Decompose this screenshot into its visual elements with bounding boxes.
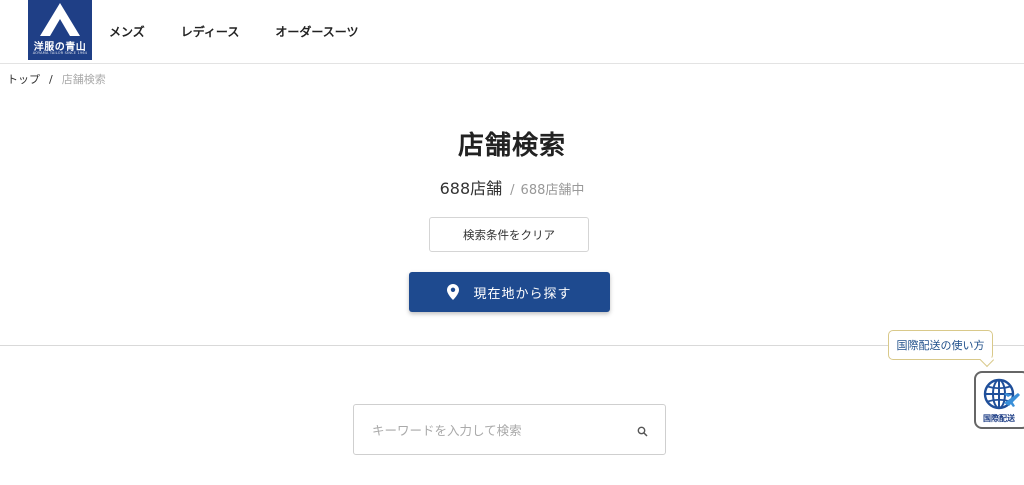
section-divider [0,345,1024,346]
store-count-total: 688店舗中 [520,183,585,198]
keyword-search-input[interactable] [370,405,624,456]
nav-item-ladies[interactable]: レディース [181,23,240,40]
logo-subtext: AOYAMA TAILOR SINCE 1964 [32,51,88,55]
current-location-button[interactable]: 現在地から探す [409,272,610,312]
nav-item-order-suits[interactable]: オーダースーツ [275,23,358,40]
breadcrumb: トップ / 店舗検索 [7,71,106,87]
brand-logo[interactable]: 洋服の青山 AOYAMA TAILOR SINCE 1964 [28,0,92,60]
international-shipping-widget[interactable]: 国際配送 [974,371,1024,429]
current-location-label: 現在地から探す [473,286,572,302]
breadcrumb-current: 店舗検索 [61,73,106,86]
international-shipping-tooltip[interactable]: 国際配送の使い方 [888,330,993,360]
search-icon[interactable] [637,422,648,441]
store-count-separator: / [510,183,515,198]
store-count: 688店舗 / 688店舗中 [0,175,1024,199]
clear-filters-button[interactable]: 検索条件をクリア [429,217,589,252]
main-nav: メンズ レディース オーダースーツ [109,23,395,40]
page-title: 店舗検索 [457,131,566,161]
logo-mountain-icon [40,3,80,36]
keyword-search-box [353,404,666,456]
globe-airplane-icon [983,378,1020,410]
international-shipping-label: 国際配送 [983,414,1015,423]
store-count-shown: 688店舗 [439,179,503,198]
breadcrumb-separator: / [49,72,53,86]
site-header: 洋服の青山 AOYAMA TAILOR SINCE 1964 メンズ レディース… [0,0,1024,64]
location-pin-icon [447,284,460,300]
nav-item-mens[interactable]: メンズ [109,23,145,40]
breadcrumb-home-link[interactable]: トップ [7,71,40,87]
